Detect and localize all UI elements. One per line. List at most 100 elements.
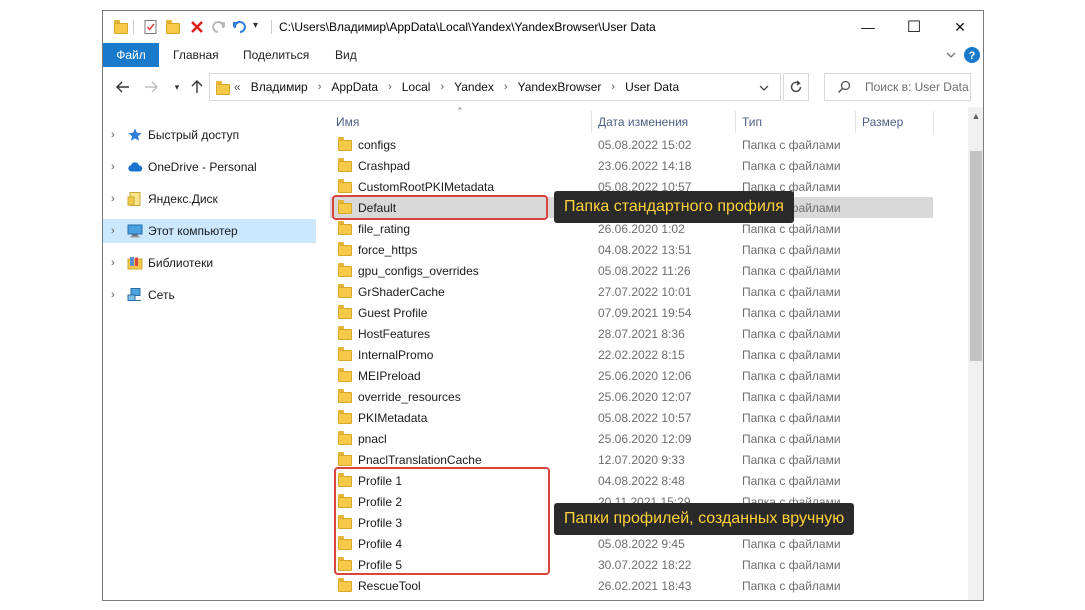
navigation-row: ▾ « Владимир › AppData › Local › Yandex …	[103, 71, 983, 103]
breadcrumb-item[interactable]: User Data	[625, 80, 679, 94]
folder-icon	[338, 452, 352, 466]
folder-icon	[338, 242, 352, 256]
file-type: Папка с файлами	[742, 537, 841, 551]
table-row[interactable]: configs 05.08.2022 15:02 Папка с файлами	[330, 134, 933, 155]
back-button[interactable]	[111, 76, 135, 98]
table-row[interactable]: gpu_configs_overrides 05.08.2022 11:26 Пап…	[330, 260, 933, 281]
file-name: MEIPreload	[358, 369, 421, 383]
chevron-right-icon[interactable]: ›	[111, 257, 115, 269]
sort-ascending-icon: ⌃	[456, 107, 464, 116]
folder-icon	[338, 137, 352, 151]
search-box[interactable]: Поиск в: User Data	[824, 73, 971, 101]
file-name: RescueTool	[358, 579, 421, 593]
breadcrumb-separator[interactable]: ›	[318, 81, 322, 93]
nav-item-libraries[interactable]: › Библиотеки	[103, 251, 316, 275]
file-name: force_https	[358, 243, 418, 257]
nav-item-onedrive[interactable]: › OneDrive - Personal	[103, 155, 316, 179]
nav-item-yandex-disk[interactable]: › Яндекс.Диск	[103, 187, 316, 211]
table-row[interactable]: pnacl 25.06.2020 12:09 Папка с файлами	[330, 428, 933, 449]
properties-icon[interactable]	[143, 19, 159, 35]
file-name: pnacl	[358, 432, 387, 446]
table-row[interactable]: force_https 04.08.2022 13:51 Папка с файла…	[330, 239, 933, 260]
file-type: Папка с файлами	[742, 558, 841, 572]
network-icon	[127, 287, 143, 303]
table-row[interactable]: Guest Profile 07.09.2021 19:54 Папка с фай…	[330, 302, 933, 323]
folder-icon	[338, 326, 352, 340]
table-row[interactable]: MEIPreload 25.06.2020 12:06 Папка с файлам…	[330, 365, 933, 386]
breadcrumb-separator[interactable]: ›	[440, 81, 444, 93]
file-type: Папка с файлами	[742, 243, 841, 257]
table-row[interactable]: HostFeatures 28.07.2021 8:36 Папка с файла…	[330, 323, 933, 344]
breadcrumb-item[interactable]: Local	[402, 80, 431, 94]
star-icon	[127, 127, 143, 143]
tab-home[interactable]: Главная	[173, 43, 219, 67]
chevron-right-icon[interactable]: ›	[111, 289, 115, 301]
chevron-right-icon[interactable]: ›	[111, 129, 115, 141]
maximize-button[interactable]: ☐	[891, 11, 937, 43]
redo-icon[interactable]	[211, 19, 227, 35]
table-row[interactable]: InternalPromo 22.02.2022 8:15 Папка с файл…	[330, 344, 933, 365]
scroll-up-arrow-icon[interactable]: ▲	[968, 107, 983, 124]
file-type: Папка с файлами	[742, 411, 841, 425]
breadcrumb-item[interactable]: YandexBrowser	[518, 80, 602, 94]
close-button[interactable]: ✕	[937, 11, 983, 43]
nav-label: Этот компьютер	[148, 224, 238, 238]
table-row[interactable]: override_resources 25.06.2020 12:07 Папка …	[330, 386, 933, 407]
chevron-right-icon[interactable]: ›	[111, 225, 115, 237]
new-folder-icon[interactable]	[165, 19, 181, 35]
column-header-type[interactable]: Тип	[742, 115, 762, 129]
breadcrumb-separator[interactable]: ›	[388, 81, 392, 93]
profiles-callout: Папки профилей, созданных вручную	[554, 503, 855, 535]
explorer-window: ▾ C:\Users\Владимир\AppData\Local\Yandex…	[102, 10, 984, 601]
breadcrumb-separator[interactable]: ›	[504, 81, 508, 93]
tab-file[interactable]: Файл	[103, 43, 159, 67]
column-header-size[interactable]: Размер	[862, 115, 903, 129]
nav-item-network[interactable]: › Сеть	[103, 283, 316, 307]
search-input[interactable]: Поиск в: User Data	[865, 80, 969, 94]
chevron-right-icon[interactable]: ›	[111, 161, 115, 173]
cloud-icon	[127, 159, 143, 175]
undo-icon[interactable]	[231, 19, 247, 35]
refresh-button[interactable]	[783, 73, 809, 101]
file-type: Папка с файлами	[742, 453, 841, 467]
file-date: 27.07.2022 10:01	[598, 285, 692, 299]
customize-toolbar-icon[interactable]: ▾	[253, 20, 269, 36]
file-date: 23.06.2022 14:18	[598, 159, 692, 173]
file-type: Папка с файлами	[742, 285, 841, 299]
tab-share[interactable]: Поделиться	[243, 43, 309, 67]
scroll-thumb[interactable]	[970, 151, 982, 361]
help-icon[interactable]: ?	[963, 45, 981, 65]
breadcrumb-overflow[interactable]: «	[234, 80, 241, 94]
expand-ribbon-icon[interactable]	[945, 45, 957, 65]
refresh-icon	[790, 80, 802, 93]
forward-button[interactable]	[139, 76, 163, 98]
vertical-scrollbar[interactable]: ▲	[968, 107, 983, 600]
default-highlight-frame	[332, 195, 548, 220]
delete-icon[interactable]	[189, 19, 205, 35]
nav-label: Библиотеки	[148, 256, 214, 270]
table-row[interactable]: GrShaderCache 27.07.2022 10:01 Папка с фай…	[330, 281, 933, 302]
chevron-right-icon[interactable]: ›	[111, 193, 115, 205]
file-date: 25.06.2020 12:06	[598, 369, 692, 383]
folder-icon	[338, 158, 352, 172]
folder-icon	[338, 179, 352, 193]
breadcrumb-item[interactable]: Владимир	[251, 80, 308, 94]
up-button[interactable]	[185, 76, 209, 98]
nav-item-quick-access[interactable]: › Быстрый доступ	[103, 123, 316, 147]
nav-item-this-pc[interactable]: › Этот компьютер	[103, 219, 316, 243]
column-header-name[interactable]: Имя	[336, 115, 359, 129]
table-row[interactable]: Crashpad 23.06.2022 14:18 Папка с файлами	[330, 155, 933, 176]
minimize-button[interactable]: —	[845, 11, 891, 43]
column-header-date[interactable]: Дата изменения	[598, 115, 688, 129]
yandex-disk-icon	[127, 191, 143, 207]
breadcrumb-item[interactable]: Yandex	[454, 80, 494, 94]
file-date: 05.08.2022 10:57	[598, 411, 692, 425]
table-row[interactable]: PKIMetadata 05.08.2022 10:57 Папка с файла…	[330, 407, 933, 428]
tab-view[interactable]: Вид	[335, 43, 357, 67]
table-row[interactable]: RescueTool 26.02.2021 18:43 Папка с файлам…	[330, 575, 933, 596]
breadcrumb-separator[interactable]: ›	[611, 81, 615, 93]
file-type: Папка с файлами	[742, 390, 841, 404]
breadcrumb-item[interactable]: AppData	[331, 80, 378, 94]
address-bar[interactable]: « Владимир › AppData › Local › Yandex › …	[209, 73, 781, 101]
address-dropdown-icon[interactable]	[758, 82, 770, 97]
